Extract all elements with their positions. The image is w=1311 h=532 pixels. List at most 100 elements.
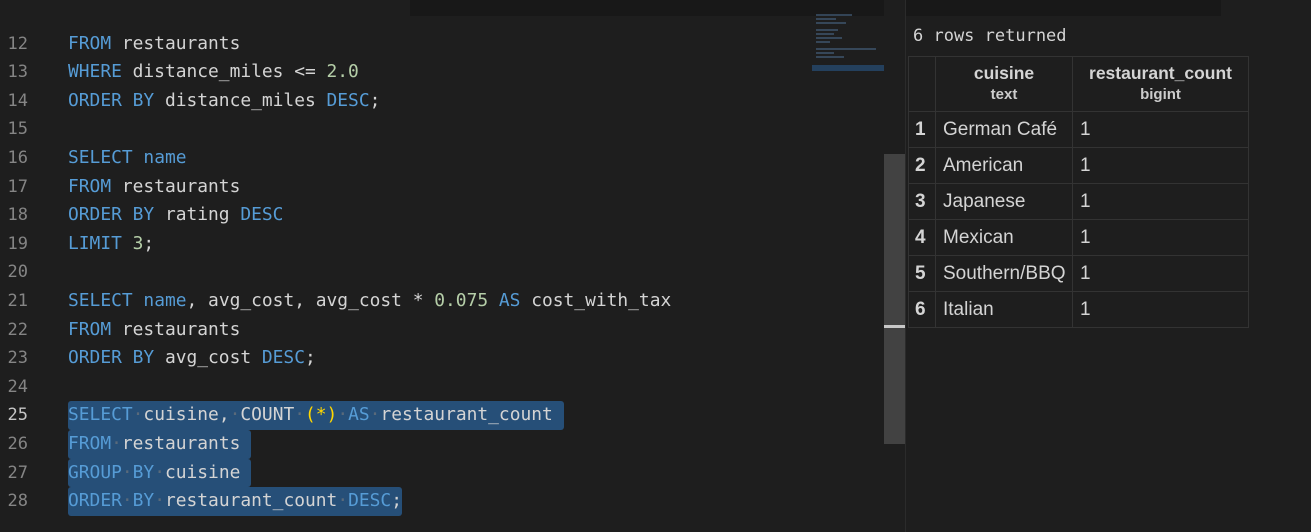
line-number: 14	[7, 90, 28, 111]
cell-restaurant-count[interactable]: 1	[1072, 111, 1249, 148]
code-line[interactable]: 26 FROM·restaurants	[0, 430, 884, 459]
query-results-panel: 6 rows returned cuisine text restaurant_…	[905, 0, 1311, 532]
cell-restaurant-count[interactable]: 1	[1072, 255, 1249, 292]
column-header-cuisine[interactable]: cuisine text	[935, 56, 1073, 112]
selected-code-text: ORDER·BY·restaurant_count·DESC;	[68, 487, 402, 516]
cell-restaurant-count[interactable]: 1	[1072, 183, 1249, 220]
code-text: ORDER BY distance_miles DESC;	[68, 87, 380, 116]
code-line[interactable]: 27 GROUP·BY·cuisine	[0, 458, 884, 488]
code-token-dot: ·	[294, 404, 306, 426]
code-token-dot	[553, 404, 564, 425]
code-token-id: rating	[154, 204, 241, 226]
cell-restaurant-count[interactable]: 1	[1072, 291, 1249, 328]
code-line[interactable]: 12 FROM restaurants	[0, 30, 884, 59]
code-token-kw: DESC	[240, 204, 284, 226]
cell-cuisine[interactable]: Italian	[935, 291, 1073, 328]
code-line[interactable]: 28 ORDER·BY·restaurant_count·DESC;	[0, 487, 884, 516]
cell-cuisine[interactable]: German Café	[935, 111, 1073, 148]
editor-scrollbar-thumb[interactable]	[884, 154, 905, 444]
minimap-line	[816, 40, 830, 43]
line-number: 27	[7, 462, 28, 483]
code-line[interactable]: 19 LIMIT 3;	[0, 230, 884, 259]
editor-minimap[interactable]	[812, 14, 884, 74]
code-token-num: 2.0	[326, 61, 359, 83]
table-row[interactable]: 5 Southern/BBQ 1	[908, 255, 1249, 292]
results-tab-strip	[906, 0, 1221, 16]
cell-restaurant-count[interactable]: 1	[1072, 147, 1249, 184]
line-number: 13	[7, 62, 28, 83]
row-number[interactable]: 1	[908, 111, 936, 148]
row-number[interactable]: 2	[908, 147, 936, 184]
line-number: 11	[0, 0, 28, 2]
code-token-id: ;	[143, 232, 155, 254]
code-token-kw: AS	[498, 290, 521, 311]
code-line[interactable]: 13 WHERE distance_miles <= 2.0	[0, 58, 884, 87]
code-token-dot: ·	[132, 404, 144, 426]
row-number[interactable]: 5	[908, 255, 936, 292]
line-number: 18	[7, 205, 28, 226]
code-line[interactable]: 21 SELECT name, avg_cost, avg_cost * 0.07…	[0, 287, 884, 316]
result-header-row: cuisine text restaurant_count bigint	[908, 56, 1249, 112]
line-number: 19	[7, 233, 28, 254]
row-number[interactable]: 6	[908, 291, 936, 328]
code-token-kw: BY	[132, 490, 155, 512]
code-line[interactable]: 23 ORDER BY avg_cost DESC;	[0, 344, 884, 373]
row-number[interactable]: 3	[908, 183, 936, 220]
code-line[interactable]: 17 FROM restaurants	[0, 173, 884, 202]
table-row[interactable]: 1 German Café 1	[908, 111, 1249, 148]
code-token-kw: SELECT	[68, 404, 133, 426]
code-token-id: cuisine,	[143, 404, 230, 426]
code-token-kw: DESC	[261, 347, 305, 369]
code-token-kw: BY	[132, 461, 155, 483]
code-token-id: distance_miles <=	[121, 61, 327, 83]
code-line[interactable]: 11 SELECT name, distance_miles	[0, 0, 884, 2]
row-number-header	[908, 56, 936, 112]
table-row[interactable]: 4 Mexican 1	[908, 219, 1249, 256]
sql-editor[interactable]: 11 SELECT name, distance_miles 12 FROM rest…	[0, 0, 884, 532]
line-number: 25	[7, 405, 28, 426]
code-token-kw: FROM	[68, 318, 112, 340]
code-token-dot: ·	[229, 404, 241, 426]
cell-cuisine[interactable]: American	[935, 147, 1073, 184]
code-text: SELECT name, distance_miles	[68, 0, 359, 2]
line-number: 23	[7, 348, 28, 369]
line-number: 12	[7, 33, 28, 54]
code-token-id: restaurant_count	[380, 404, 553, 426]
selected-code-text: FROM·restaurants	[68, 430, 252, 459]
code-line[interactable]: 14 ORDER BY distance_miles DESC;	[0, 87, 884, 116]
result-table[interactable]: cuisine text restaurant_count bigint 1 Ge…	[908, 56, 1249, 328]
code-token-id	[488, 290, 499, 311]
line-number: 17	[7, 176, 28, 197]
code-token-kw: SELECT	[68, 147, 133, 168]
code-line[interactable]: 15	[0, 115, 884, 144]
row-number[interactable]: 4	[908, 219, 936, 256]
code-text: ORDER BY avg_cost DESC;	[68, 344, 316, 373]
code-token-id: ;	[304, 347, 316, 369]
code-line[interactable]: 18 ORDER BY rating DESC	[0, 201, 884, 230]
selected-code-text: SELECT·cuisine,·COUNT·(*)·AS·restaurant_…	[68, 401, 564, 430]
code-text: ORDER BY rating DESC	[68, 201, 283, 230]
code-token-kw: ORDER BY	[68, 89, 155, 111]
code-line-current[interactable]: 25 SELECT·cuisine,·COUNT·(*)·AS·restauran…	[0, 401, 884, 430]
code-token-id: avg_cost	[154, 347, 262, 369]
column-header-restaurant-count[interactable]: restaurant_count bigint	[1072, 56, 1249, 112]
code-token-id: ;	[391, 490, 402, 512]
code-line[interactable]: 20	[0, 258, 884, 287]
code-token-kw: name	[143, 147, 187, 168]
code-token-id: restaurants	[121, 433, 241, 454]
code-token-id: ;	[369, 89, 381, 111]
column-name: restaurant_count	[1089, 63, 1232, 83]
table-row[interactable]: 3 Japanese 1	[908, 183, 1249, 220]
code-line[interactable]: 22 FROM restaurants	[0, 316, 884, 345]
rows-returned-label: 6 rows returned	[913, 26, 1067, 46]
cell-cuisine[interactable]: Mexican	[935, 219, 1073, 256]
code-line[interactable]: 24	[0, 373, 884, 402]
code-token-id	[133, 147, 144, 168]
cell-cuisine[interactable]: Japanese	[935, 183, 1073, 220]
code-line[interactable]: 16 SELECT name	[0, 144, 884, 173]
cell-cuisine[interactable]: Southern/BBQ	[935, 255, 1073, 292]
table-row[interactable]: 6 Italian 1	[908, 291, 1249, 328]
code-token-kw: AS	[348, 404, 370, 426]
cell-restaurant-count[interactable]: 1	[1072, 219, 1249, 256]
table-row[interactable]: 2 American 1	[908, 147, 1249, 184]
